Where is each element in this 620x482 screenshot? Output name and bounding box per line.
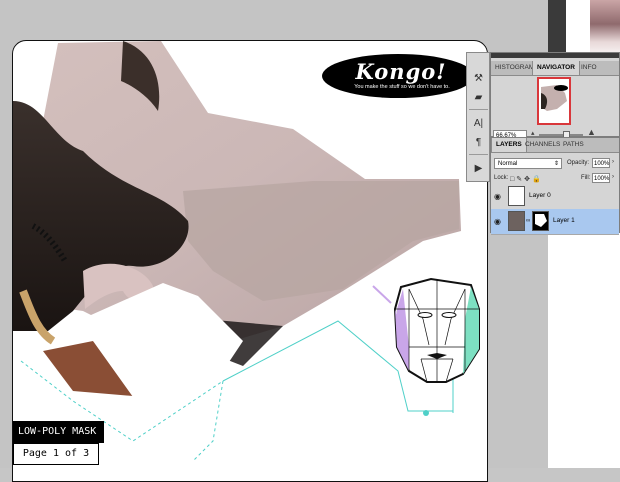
opacity-input[interactable]: 100%: [592, 158, 610, 168]
tool-separator: [469, 109, 488, 110]
sample-icon[interactable]: ▰: [470, 90, 487, 105]
layer-name: Layer 1: [553, 217, 575, 224]
paragraph-icon[interactable]: ¶: [470, 135, 487, 150]
lock-label: Lock:: [494, 175, 509, 181]
layer-mask-thumbnail: [532, 211, 549, 231]
link-icon: ∞: [526, 218, 531, 224]
eye-icon[interactable]: ◉: [494, 217, 501, 226]
layer-name: Layer 0: [529, 192, 551, 199]
zoom-out-icon[interactable]: ▴: [531, 129, 535, 137]
kongo-logo: Kongo!: [355, 59, 447, 84]
layer-thumbnail: [508, 186, 525, 206]
panel-header-bar: [491, 53, 619, 58]
tab-channels[interactable]: CHANNELS: [521, 138, 564, 152]
navigator-preview[interactable]: [537, 77, 571, 125]
layer-row-layer-0[interactable]: ◉ Layer 0: [491, 184, 619, 210]
tab-info[interactable]: INFO: [577, 61, 601, 75]
kongo-tagline: You make the stuff so we don't have to.: [354, 84, 450, 90]
opacity-label: Opacity:: [567, 160, 590, 166]
fill-input[interactable]: 100%: [592, 173, 610, 183]
navigator-panel: HISTOGRAM NAVIGATOR INFO 66.67% ▴ ▲: [490, 52, 620, 140]
tool-separator: [469, 154, 488, 155]
layers-panel: LAYERS CHANNELS PATHS Normal ⇕ Opacity: …: [490, 137, 620, 235]
blend-mode-select[interactable]: Normal ⇕: [494, 158, 562, 169]
history-brush-icon[interactable]: ⚒: [470, 71, 487, 86]
guide-point: [423, 410, 429, 416]
face-photo-collage: [13, 41, 480, 462]
page-title: LOW-POLY MASK: [13, 421, 104, 443]
fill-arrow-icon[interactable]: ›: [612, 174, 614, 180]
background-image-lips: [590, 0, 620, 60]
tab-navigator[interactable]: NAVIGATOR: [532, 61, 580, 75]
fill-label: Fill:: [581, 175, 591, 181]
eye-icon[interactable]: ◉: [494, 192, 501, 201]
layers-tabbar: LAYERS CHANNELS PATHS: [491, 138, 619, 153]
actions-icon[interactable]: ▶: [470, 161, 487, 176]
zoom-slider-track[interactable]: [539, 134, 583, 136]
tab-paths[interactable]: PATHS: [559, 138, 588, 152]
opacity-arrow-icon[interactable]: ›: [612, 159, 614, 165]
zoom-in-icon[interactable]: ▲: [587, 127, 596, 137]
character-icon[interactable]: A|: [470, 116, 487, 131]
navigator-tabbar: HISTOGRAM NAVIGATOR INFO: [491, 61, 619, 76]
document-page[interactable]: Kongo! You make the stuff so we don't ha…: [12, 40, 488, 482]
lock-icons[interactable]: □✎✥🔒: [510, 175, 543, 183]
low-poly-mask-icon: [393, 277, 480, 383]
layer-row-layer-1[interactable]: ◉ ∞ Layer 1: [491, 209, 619, 235]
guide-line-down: [192, 380, 224, 462]
purple-marker: [372, 285, 392, 304]
page-number: Page 1 of 3: [13, 443, 99, 465]
layer-thumbnail: [508, 211, 525, 231]
chevron-down-icon: ⇕: [553, 161, 559, 167]
panel-icon-strip: ⚒ ▰ A| ¶ ▶: [466, 52, 490, 182]
blend-mode-value: Normal: [498, 161, 518, 167]
